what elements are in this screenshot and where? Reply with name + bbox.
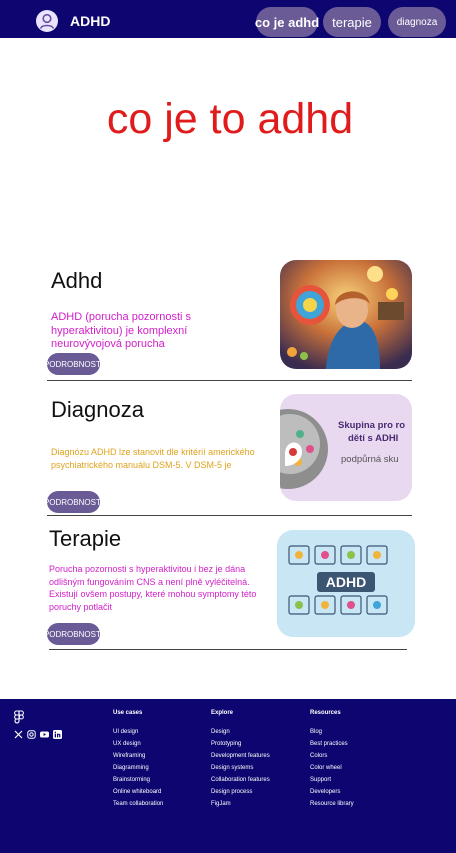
details-button-terapie[interactable]: PODROBNOSTI [44, 623, 103, 645]
footer-column-use-cases: Use cases UI design UX design Wireframin… [113, 710, 163, 810]
footer-link[interactable]: Best practices [310, 738, 354, 750]
footer-link[interactable]: UX design [113, 738, 163, 750]
image-caption-line-1: Skupina pro ro [338, 420, 406, 431]
section-title-diagnoza: Diagnoza [51, 397, 144, 422]
footer-column-heading: Resources [310, 710, 341, 716]
footer-link[interactable]: Collaboration features [211, 774, 270, 786]
linkedin-icon[interactable] [53, 730, 62, 739]
footer-link[interactable]: FigJam [211, 798, 270, 810]
image-caption-line-3: podpůrná sku [341, 454, 399, 465]
footer-link[interactable]: Design process [211, 786, 270, 798]
nav-button-diagnoza[interactable]: diagnoza [388, 7, 446, 37]
footer-link[interactable]: Brainstorming [113, 774, 163, 786]
footer-link[interactable]: Diagramming [113, 762, 163, 774]
section-divider [49, 649, 407, 650]
footer-link[interactable]: Blog [310, 726, 354, 738]
section-divider [47, 515, 412, 516]
social-links [14, 730, 62, 739]
footer-link[interactable]: UI design [113, 726, 163, 738]
footer-column-heading: Use cases [113, 710, 143, 716]
diagnoza-support-group-image: Skupina pro ro dětí s ADHI podpůrná sku [280, 394, 412, 501]
footer-link[interactable]: Color wheel [310, 762, 354, 774]
section-description-diagnoza: Diagnózu ADHD lze stanovit dle kritérií … [51, 447, 255, 470]
footer-link[interactable]: Prototyping [211, 738, 270, 750]
footer-link[interactable]: Team collaboration [113, 798, 163, 810]
section-description-adhd: ADHD (porucha pozornosti s hyperaktivito… [51, 311, 192, 350]
footer-link[interactable]: Wireframing [113, 750, 163, 762]
user-avatar-icon[interactable] [36, 10, 58, 32]
details-button-adhd[interactable]: PODROBNOSTI [44, 353, 103, 375]
footer: Use cases UI design UX design Wireframin… [0, 699, 456, 853]
footer-link[interactable]: Resource library [310, 798, 354, 810]
section-description-terapie: Porucha pozornosti s hyperaktivitou i be… [49, 564, 257, 612]
footer-link[interactable]: Online whiteboard [113, 786, 163, 798]
hero-title: co je to adhd [106, 95, 354, 143]
footer-link[interactable]: Design systems [211, 762, 270, 774]
section-divider [47, 380, 412, 381]
x-icon[interactable] [14, 730, 23, 739]
terapie-icons-image: ADHD [277, 530, 415, 637]
nav-button-co-je-adhd[interactable]: co je adhd [255, 7, 319, 37]
footer-link[interactable]: Developers [310, 786, 354, 798]
section-title-adhd: Adhd [51, 268, 103, 293]
instagram-icon[interactable] [27, 730, 36, 739]
brand-title[interactable]: ADHD [70, 13, 110, 29]
top-navigation-bar: ADHD co je adhd terapie diagnoza [0, 0, 456, 38]
footer-link[interactable]: Design [211, 726, 270, 738]
image-badge-adhd: ADHD [325, 574, 367, 590]
image-caption-line-2: dětí s ADHI [348, 433, 399, 444]
nav-button-terapie[interactable]: terapie [323, 7, 381, 37]
footer-column-explore: Explore Design Prototyping Development f… [211, 710, 270, 810]
youtube-icon[interactable] [40, 730, 49, 739]
figma-logo-icon[interactable] [14, 710, 24, 729]
footer-link[interactable]: Colors [310, 750, 354, 762]
footer-column-resources: Resources Blog Best practices Colors Col… [310, 710, 354, 810]
footer-column-heading: Explore [211, 710, 234, 716]
section-title-terapie: Terapie [49, 526, 122, 551]
adhd-illustration-image [280, 260, 412, 369]
details-button-diagnoza[interactable]: PODROBNOSTI [44, 491, 103, 513]
footer-link[interactable]: Support [310, 774, 354, 786]
footer-link[interactable]: Development features [211, 750, 270, 762]
